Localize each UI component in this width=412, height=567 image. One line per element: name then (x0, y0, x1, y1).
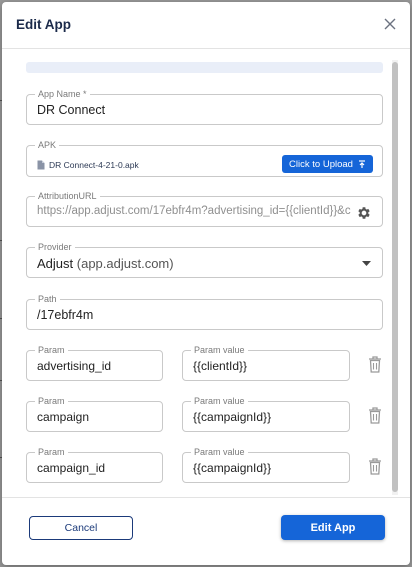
param-value-label: Param value (191, 447, 248, 458)
info-banner (26, 62, 383, 73)
gear-icon[interactable] (356, 205, 372, 221)
trash-icon[interactable] (368, 356, 382, 373)
apk-field: APK DR Connect-4-21-0.apk Click to Uploa… (26, 140, 383, 177)
attribution-url-field[interactable]: AttributionURL https://app.adjust.com/17… (26, 191, 383, 227)
param-value-input[interactable]: {{campaignId}} (193, 461, 271, 475)
provider-domain: (app.adjust.com) (76, 256, 174, 271)
param-label: Param (35, 447, 68, 458)
param-value-label: Param value (191, 396, 248, 407)
param-name-input[interactable]: campaign_id (37, 461, 105, 475)
dialog-footer: Cancel Edit App (2, 497, 410, 565)
provider-select[interactable]: Provider Adjust (app.adjust.com) (26, 242, 383, 278)
scrollbar-thumb[interactable] (392, 62, 398, 492)
upload-button-label: Click to Upload (289, 158, 353, 170)
param-name-input[interactable]: advertising_id (37, 359, 111, 373)
dialog-body: App Name * DR Connect APK DR Connect-4-2… (2, 50, 410, 497)
apk-file: DR Connect-4-21-0.apk (37, 160, 139, 170)
edit-app-dialog: Edit App App Name * DR Connect APK DR Co… (2, 2, 410, 565)
param-name-field[interactable]: Param campaign_id (26, 447, 163, 483)
param-name-field[interactable]: Param advertising_id (26, 345, 163, 381)
param-value-field[interactable]: Param value {{campaignId}} (182, 447, 350, 483)
attribution-url-label: AttributionURL (35, 191, 100, 202)
chevron-down-icon[interactable] (362, 261, 371, 267)
provider-value: Adjust (app.adjust.com) (37, 256, 174, 271)
attribution-url-input[interactable]: https://app.adjust.com/17ebfr4m?advertis… (37, 205, 355, 217)
upload-icon (358, 159, 365, 168)
edit-app-button[interactable]: Edit App (281, 515, 385, 540)
param-value-field[interactable]: Param value {{campaignId}} (182, 396, 350, 432)
path-field[interactable]: Path /17ebfr4m (26, 294, 383, 330)
param-value-label: Param value (191, 345, 248, 356)
path-input[interactable]: /17ebfr4m (37, 308, 93, 322)
param-value-input[interactable]: {{campaignId}} (193, 410, 271, 424)
apk-label: APK (35, 140, 60, 151)
trash-icon[interactable] (368, 458, 382, 475)
param-value-input[interactable]: {{clientId}} (193, 359, 247, 373)
app-name-label: App Name * (35, 89, 90, 100)
dialog-title: Edit App (16, 17, 71, 32)
apk-file-name: DR Connect-4-21-0.apk (49, 160, 139, 170)
dialog-header: Edit App (2, 2, 410, 49)
app-name-field[interactable]: App Name * DR Connect (26, 89, 383, 125)
provider-name: Adjust (37, 256, 74, 271)
close-icon[interactable] (382, 16, 398, 32)
trash-icon[interactable] (368, 407, 382, 424)
app-name-input[interactable]: DR Connect (37, 103, 105, 117)
param-label: Param (35, 396, 68, 407)
cancel-button[interactable]: Cancel (29, 516, 133, 540)
provider-label: Provider (35, 242, 75, 253)
file-icon (37, 160, 45, 170)
path-label: Path (35, 294, 60, 305)
param-name-field[interactable]: Param campaign (26, 396, 163, 432)
param-value-field[interactable]: Param value {{clientId}} (182, 345, 350, 381)
param-label: Param (35, 345, 68, 356)
upload-button[interactable]: Click to Upload (282, 155, 373, 173)
param-name-input[interactable]: campaign (37, 410, 89, 424)
